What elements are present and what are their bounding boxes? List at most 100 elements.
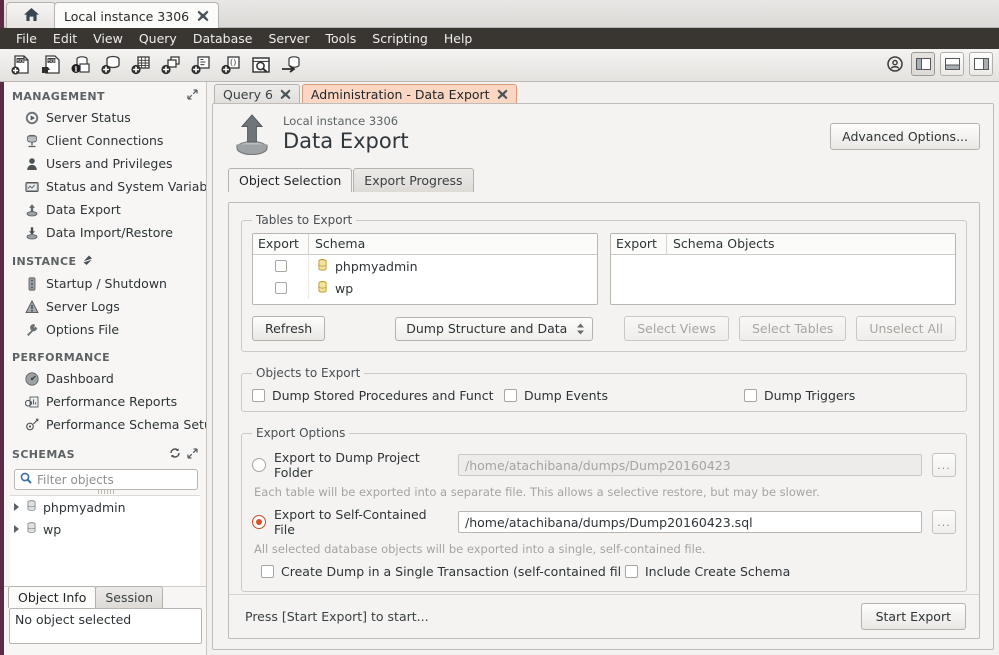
close-icon[interactable] — [497, 89, 508, 100]
radio-circle[interactable] — [252, 458, 266, 472]
sidebar-item-performance-schema-setup[interactable]: Performance Schema Setup — [4, 413, 206, 436]
sidebar-item-users-and-privileges[interactable]: Users and Privileges — [4, 152, 206, 175]
sidebar-scroll-area: MANAGEMENT Server — [4, 82, 206, 655]
menu-file[interactable]: File — [8, 29, 45, 48]
sidebar-item-server-logs[interactable]: Server Logs — [4, 295, 206, 318]
reconnect-server-icon[interactable] — [278, 52, 304, 78]
sidebar-item-data-export[interactable]: Data Export — [4, 198, 206, 221]
new-table-icon[interactable] — [128, 52, 154, 78]
single-transaction-checkbox[interactable]: Create Dump in a Single Transaction (sel… — [261, 564, 625, 579]
dump-stored-procedures-checkbox[interactable]: Dump Stored Procedures and Funct — [252, 388, 504, 403]
sidebar-item-status-and-system-variables[interactable]: Status and System Variables — [4, 175, 206, 198]
main-area: Query 6 Administration - Data Export — [207, 82, 999, 655]
menu-tools[interactable]: Tools — [317, 29, 364, 48]
radio-circle[interactable] — [252, 515, 266, 529]
tab-session[interactable]: Session — [95, 586, 163, 608]
dump-events-checkbox[interactable]: Dump Events — [504, 388, 744, 403]
object-info-body: No object selected — [9, 608, 202, 644]
checkbox-box[interactable] — [744, 389, 757, 402]
schema-tree-item-wp[interactable]: wp — [10, 518, 200, 540]
checkbox-box[interactable] — [504, 389, 517, 402]
section-title: INSTANCE — [12, 255, 76, 268]
refresh-button[interactable]: Refresh — [252, 316, 325, 341]
open-sql-script-icon[interactable]: SQL — [38, 52, 64, 78]
menu-view[interactable]: View — [85, 29, 131, 48]
select-views-button[interactable]: Select Views — [624, 316, 729, 341]
sidebar-item-client-connections[interactable]: Client Connections — [4, 129, 206, 152]
schema-tree-item-phpmyadmin[interactable]: phpmyadmin — [10, 496, 200, 518]
sidebar-bottom-panel: Object Info Session No object selected — [4, 586, 207, 655]
new-schema-icon[interactable] — [98, 52, 124, 78]
toggle-sidebar-icon[interactable] — [911, 52, 935, 76]
include-create-schema-checkbox[interactable]: Include Create Schema — [625, 564, 790, 579]
sidebar-item-performance-reports[interactable]: Performance Reports — [4, 390, 206, 413]
sidebar-item-options-file[interactable]: Options File — [4, 318, 206, 341]
tab-object-info[interactable]: Object Info — [8, 586, 96, 608]
sidebar-section-schemas-header: SCHEMAS — [4, 436, 206, 465]
unselect-all-button[interactable]: Unselect All — [856, 316, 956, 341]
menu-server[interactable]: Server — [260, 29, 317, 48]
schema-objects-list[interactable]: Export Schema Objects — [610, 233, 956, 305]
toolbar-right-group — [884, 52, 993, 76]
chevron-right-icon[interactable] — [14, 503, 19, 511]
table-row[interactable]: wp — [253, 277, 597, 299]
start-export-button[interactable]: Start Export — [861, 603, 966, 630]
menu-scripting[interactable]: Scripting — [364, 29, 436, 48]
refresh-icon[interactable] — [169, 447, 181, 462]
checkbox-box[interactable] — [625, 565, 638, 578]
checkbox-box[interactable] — [261, 565, 274, 578]
menu-edit[interactable]: Edit — [45, 29, 85, 48]
chevron-right-icon[interactable] — [14, 525, 19, 533]
new-procedure-icon[interactable] — [188, 52, 214, 78]
instance-tab[interactable]: Local instance 3306 — [54, 2, 219, 29]
export-to-dump-project-folder-radio[interactable]: Export to Dump Project Folder — [252, 450, 448, 480]
menu-database[interactable]: Database — [185, 29, 261, 48]
resize-grip[interactable] — [98, 489, 116, 494]
sidebar-item-data-import-restore[interactable]: Data Import/Restore — [4, 221, 206, 244]
search-data-icon[interactable] — [248, 52, 274, 78]
advanced-options-button[interactable]: Advanced Options... — [830, 123, 980, 150]
close-icon[interactable] — [197, 10, 209, 22]
checkbox-box[interactable] — [252, 389, 265, 402]
search-input[interactable]: Filter objects — [14, 469, 198, 490]
browse-self-contained-file-button[interactable]: ... — [932, 510, 956, 534]
toggle-output-icon[interactable] — [940, 52, 964, 76]
export-checkbox[interactable] — [275, 260, 287, 272]
tab-administration-data-export[interactable]: Administration - Data Export — [302, 84, 517, 103]
close-icon[interactable] — [280, 89, 291, 100]
menu-help[interactable]: Help — [436, 29, 481, 48]
self-contained-path-input[interactable]: /home/atachibana/dumps/Dump20160423.sql — [458, 511, 922, 533]
tab-export-progress[interactable]: Export Progress — [353, 168, 473, 192]
radio-label: Export to Self-Contained File — [274, 507, 448, 537]
expand-icon[interactable] — [187, 448, 198, 462]
tab-object-selection[interactable]: Object Selection — [228, 168, 352, 192]
dashboard-icon — [24, 371, 40, 387]
home-tab[interactable] — [6, 2, 56, 29]
users-privileges-icon — [24, 156, 40, 172]
project-folder-hint: Each table will be exported into a separ… — [254, 485, 956, 499]
instance-config-icon[interactable] — [82, 254, 94, 269]
sidebar-item-dashboard[interactable]: Dashboard — [4, 367, 206, 390]
table-row[interactable]: phpmyadmin — [253, 255, 597, 277]
sidebar-item-server-status[interactable]: Server Status — [4, 106, 206, 129]
new-view-icon[interactable] — [158, 52, 184, 78]
project-folder-path-input[interactable]: /home/atachibana/dumps/Dump20160423 — [458, 454, 922, 476]
sidebar-item-label: Dashboard — [46, 371, 114, 386]
new-function-icon[interactable]: () — [218, 52, 244, 78]
menu-query[interactable]: Query — [131, 29, 185, 48]
dump-triggers-checkbox[interactable]: Dump Triggers — [744, 388, 855, 403]
shell-icon[interactable] — [884, 53, 906, 75]
export-checkbox[interactable] — [275, 282, 287, 294]
group-legend: Tables to Export — [252, 213, 356, 227]
select-tables-button[interactable]: Select Tables — [739, 316, 846, 341]
schema-export-list[interactable]: Export Schema — [252, 233, 598, 305]
export-to-self-contained-file-radio[interactable]: Export to Self-Contained File — [252, 507, 448, 537]
new-sql-tab-icon[interactable]: SQL — [8, 52, 34, 78]
tab-query-6[interactable]: Query 6 — [214, 84, 300, 103]
toggle-secondary-sidebar-icon[interactable] — [969, 52, 993, 76]
sidebar-item-startup-shutdown[interactable]: Startup / Shutdown — [4, 272, 206, 295]
info-schema-icon[interactable]: i — [68, 52, 94, 78]
dump-mode-select[interactable]: Dump Structure and Data — [395, 317, 593, 341]
browse-project-folder-button[interactable]: ... — [932, 453, 956, 477]
expand-icon[interactable] — [187, 89, 198, 103]
